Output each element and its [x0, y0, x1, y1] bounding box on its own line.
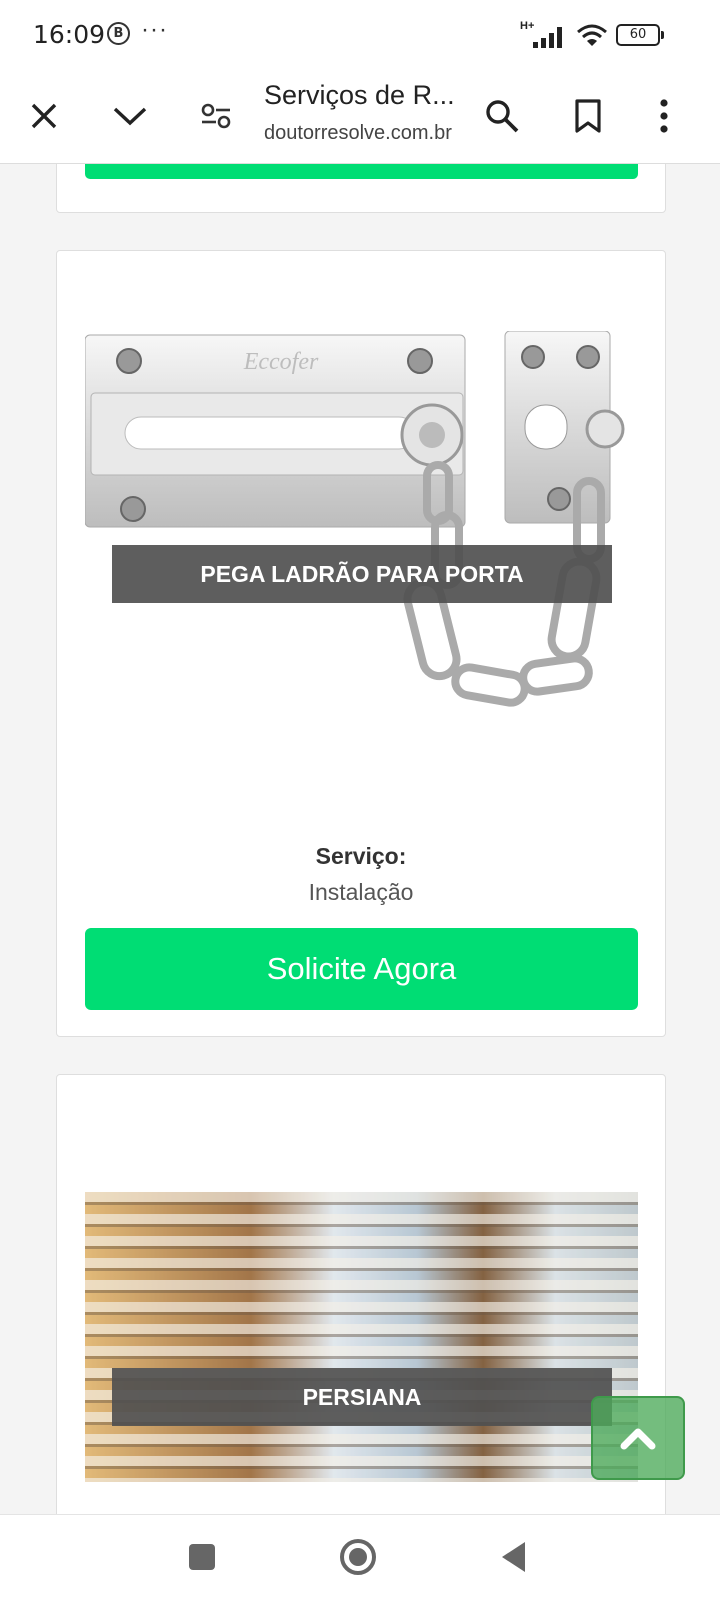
service-value: Instalação [308, 879, 414, 905]
close-icon[interactable] [20, 92, 68, 140]
page-title[interactable]: Serviços de R... [264, 80, 455, 111]
page-content[interactable]: Eccofer PEGA LADRÃO PARA PORTA Serviço: … [0, 164, 720, 1514]
scroll-to-top-button[interactable] [591, 1396, 685, 1480]
brand-engraving: Eccofer [243, 349, 319, 375]
service-card-persiana: PERSIANA [56, 1074, 666, 1514]
product-caption-persiana: PERSIANA [112, 1368, 612, 1426]
system-nav-bar [0, 1514, 720, 1600]
signal-icon [533, 27, 562, 48]
service-card: Eccofer PEGA LADRÃO PARA PORTA Serviço: … [56, 250, 666, 1037]
chevron-up-icon [620, 1428, 656, 1450]
bookmark-icon[interactable] [564, 92, 612, 140]
status-bar: 16:09 B ··· H+ 60 [0, 0, 720, 68]
battery-icon: 60 [616, 24, 664, 46]
page-url[interactable]: doutorresolve.com.br [264, 122, 452, 145]
status-time: 16:09 [33, 20, 106, 49]
back-triangle-icon[interactable] [490, 1533, 538, 1581]
product-caption: PEGA LADRÃO PARA PORTA [112, 545, 612, 603]
search-icon[interactable] [478, 92, 526, 140]
service-card-previous [56, 164, 666, 213]
recents-square-icon[interactable] [178, 1533, 226, 1581]
more-notifications-icon: ··· [141, 16, 168, 43]
site-settings-icon[interactable] [192, 92, 240, 140]
chevron-down-icon[interactable] [106, 92, 154, 140]
solicite-button-partial[interactable] [85, 164, 638, 179]
status-indicators: H+ 60 [520, 20, 680, 50]
browser-toolbar: Serviços de R... doutorresolve.com.br [0, 68, 720, 164]
wifi-icon [577, 24, 607, 46]
solicite-agora-button[interactable]: Solicite Agora [85, 928, 638, 1010]
product-image-blinds [85, 1192, 638, 1482]
notification-b-icon: B [107, 22, 130, 45]
more-vert-icon[interactable] [640, 92, 688, 140]
service-label: Serviço: [315, 843, 407, 869]
home-circle-icon[interactable] [334, 1533, 382, 1581]
